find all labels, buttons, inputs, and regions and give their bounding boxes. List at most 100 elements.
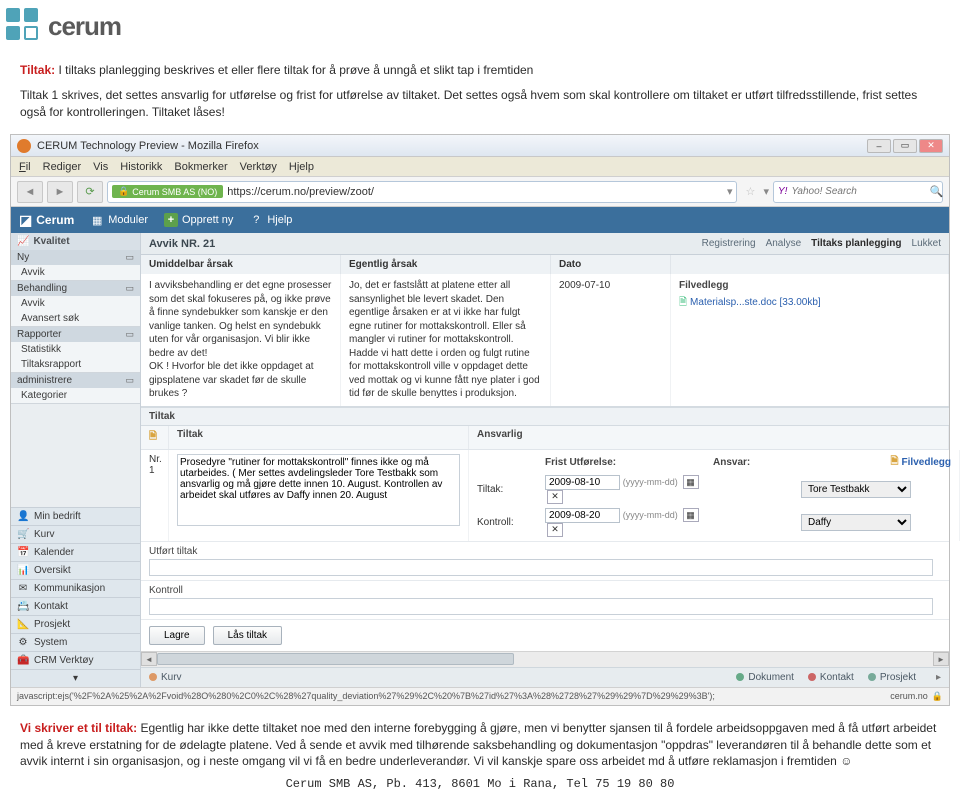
yahoo-icon: Y! <box>778 186 787 197</box>
collapse-icon[interactable]: ▭ <box>125 252 134 263</box>
clear-icon[interactable]: ✕ <box>547 523 563 537</box>
sidebar-item-kontakt[interactable]: 📇Kontakt <box>11 597 140 615</box>
sidebar-item-statistikk[interactable]: Statistikk <box>11 342 140 357</box>
sidebar-item-kommunikasjon[interactable]: ✉Kommunikasjon <box>11 579 140 597</box>
calendar-icon[interactable]: ▦ <box>683 475 699 489</box>
main-panel: Avvik NR. 21 Registrering Analyse Tiltak… <box>141 233 949 687</box>
scroll-left-icon[interactable]: ◄ <box>141 652 157 666</box>
tab-kurv[interactable]: Kurv <box>149 672 182 683</box>
gear-icon: ⚙ <box>17 637 29 648</box>
tiltak-desc-input[interactable]: Prosedyre "rutiner for mottakskontroll" … <box>177 454 460 526</box>
status-js: javascript:ejs('%2F%2A%25%2A%2Fvoid%28O%… <box>17 691 715 701</box>
collapse-icon[interactable]: ▭ <box>125 283 134 294</box>
kontroll-date-input[interactable] <box>545 508 620 523</box>
step-tiltak[interactable]: Tiltaks planlegging <box>811 238 901 249</box>
opprett-button[interactable]: + Opprett ny <box>164 213 233 227</box>
filvedlegg-link[interactable]: 🗎 Materialsp...ste.doc [33.00kb] <box>679 296 940 310</box>
doc-outro: Vi skriver et til tiltak: Egentlig har i… <box>0 712 960 803</box>
sidebar-item-kurv[interactable]: 🛒Kurv <box>11 525 140 543</box>
app-screenshot: CERUM Technology Preview - Mozilla Firef… <box>10 134 950 706</box>
project-icon: 📐 <box>17 619 29 630</box>
filvedlegg-button[interactable]: 🗎Filvedlegg <box>891 454 952 471</box>
tiltak-nr: Nr. 1 <box>141 450 169 541</box>
sidebar-item-prosjekt[interactable]: 📐Prosjekt <box>11 615 140 633</box>
tab-dokument[interactable]: Dokument <box>736 672 794 683</box>
expand-icon[interactable]: ▸ <box>936 672 941 683</box>
utfort-input[interactable] <box>149 559 933 576</box>
minimize-button[interactable]: – <box>867 139 891 153</box>
outro-label: Vi skriver et til tiltak: <box>20 721 137 735</box>
firefox-icon <box>17 139 31 153</box>
sidebar-sec-admin[interactable]: administrere▭ <box>11 373 140 388</box>
feed-icon[interactable]: ▾ <box>763 185 769 198</box>
intro-label: Tiltak: <box>20 63 55 77</box>
sidebar-item-avansert[interactable]: Avansert søk <box>11 311 140 326</box>
sidebar-item-avvik-ny[interactable]: Avvik <box>11 265 140 280</box>
menu-bokmerker[interactable]: Bokmerker <box>174 161 227 173</box>
sidebar-item-oversikt[interactable]: 📊Oversikt <box>11 561 140 579</box>
doc-intro: Tiltak: I tiltaks planlegging beskrives … <box>0 48 960 128</box>
brand-icon: ◪ <box>19 212 32 229</box>
hjelp-button[interactable]: ? Hjelp <box>249 213 292 227</box>
mail-icon: ✉ <box>17 583 29 594</box>
step-lukket[interactable]: Lukket <box>912 238 941 249</box>
sidebar-item-avvik-beh[interactable]: Avvik <box>11 296 140 311</box>
collapse-icon[interactable]: ▭ <box>125 329 134 340</box>
status-domain: cerum.no <box>890 691 928 701</box>
bookmark-star-icon[interactable]: ☆ <box>741 185 759 198</box>
contact-icon <box>808 673 816 681</box>
maximize-button[interactable]: ▭ <box>893 139 917 153</box>
horizontal-scrollbar[interactable]: ◄ ► <box>141 651 949 667</box>
sidebar-sec-ny[interactable]: Ny▭ <box>11 250 140 265</box>
dropdown-icon[interactable]: ▾ <box>727 185 733 198</box>
tiltak-date-input[interactable] <box>545 475 620 490</box>
tab-prosjekt[interactable]: Prosjekt <box>868 672 916 683</box>
sidebar-sec-rapporter[interactable]: Rapporter▭ <box>11 327 140 342</box>
ssl-org: Cerum SMB AS (NO) <box>132 187 217 197</box>
scroll-right-icon[interactable]: ► <box>933 652 949 666</box>
close-button[interactable]: ✕ <box>919 139 943 153</box>
search-input[interactable] <box>791 186 925 197</box>
scroll-thumb[interactable] <box>157 653 514 665</box>
collapse-icon[interactable]: ▭ <box>125 375 134 386</box>
menu-hjelp[interactable]: Hjelp <box>289 161 314 173</box>
kontroll-ansvar-select[interactable]: Daffy <box>801 514 911 531</box>
reload-button[interactable]: ⟳ <box>77 181 103 203</box>
menu-historikk[interactable]: Historikk <box>120 161 162 173</box>
sidebar-item-kategorier[interactable]: Kategorier <box>11 388 140 403</box>
sidebar-item-minbedrift[interactable]: 👤Min bedrift <box>11 507 140 525</box>
url-bar[interactable]: 🔒 Cerum SMB AS (NO) https://cerum.no/pre… <box>107 181 737 203</box>
sidebar-item-tiltaksrapport[interactable]: Tiltaksrapport <box>11 357 140 372</box>
step-registrering[interactable]: Registrering <box>702 238 756 249</box>
laas-button[interactable]: Lås tiltak <box>213 626 282 645</box>
sidebar-sec-behandling[interactable]: Behandling▭ <box>11 281 140 296</box>
menu-rediger[interactable]: Rediger <box>43 161 82 173</box>
menu-vis[interactable]: Vis <box>93 161 108 173</box>
app-brand: ◪ Cerum <box>19 212 74 229</box>
menu-verktoy[interactable]: Verktøy <box>240 161 277 173</box>
menu-fil[interactable]: FFilil <box>19 161 31 173</box>
sidebar-expand[interactable]: ▾ <box>11 669 140 687</box>
search-go-icon[interactable]: 🔍 <box>929 185 943 198</box>
step-analyse[interactable]: Analyse <box>766 238 802 249</box>
sidebar-item-system[interactable]: ⚙System <box>11 633 140 651</box>
cart-icon: 🛒 <box>17 529 29 540</box>
lagre-button[interactable]: Lagre <box>149 626 205 645</box>
sidebar-item-kalender[interactable]: 📅Kalender <box>11 543 140 561</box>
forward-button[interactable]: ► <box>47 181 73 203</box>
tiltak-row: Nr. 1 Prosedyre "rutiner for mottakskont… <box>141 450 949 541</box>
tab-kontakt[interactable]: Kontakt <box>808 672 854 683</box>
tiltak-ansvar-select[interactable]: Tore Testbakk <box>801 481 911 498</box>
calendar-icon[interactable]: ▦ <box>683 508 699 522</box>
back-button[interactable]: ◄ <box>17 181 43 203</box>
document-icon: 🗎 <box>149 431 157 442</box>
search-bar[interactable]: Y! 🔍 <box>773 181 943 203</box>
tiltak-ansvar-cell: Frist Utførelse: Ansvar: 🗎Filvedlegg Til… <box>469 450 960 541</box>
clear-icon[interactable]: ✕ <box>547 490 563 504</box>
sidebar-item-crm[interactable]: 🧰CRM Verktøy <box>11 651 140 669</box>
col-egentlig: Egentlig årsak <box>341 255 551 274</box>
tiltak-head: Tiltak <box>141 407 949 426</box>
moduler-button[interactable]: ▦ Moduler <box>90 213 148 227</box>
kontroll-input[interactable] <box>149 598 933 615</box>
kontroll-label: Kontroll: <box>477 517 537 528</box>
